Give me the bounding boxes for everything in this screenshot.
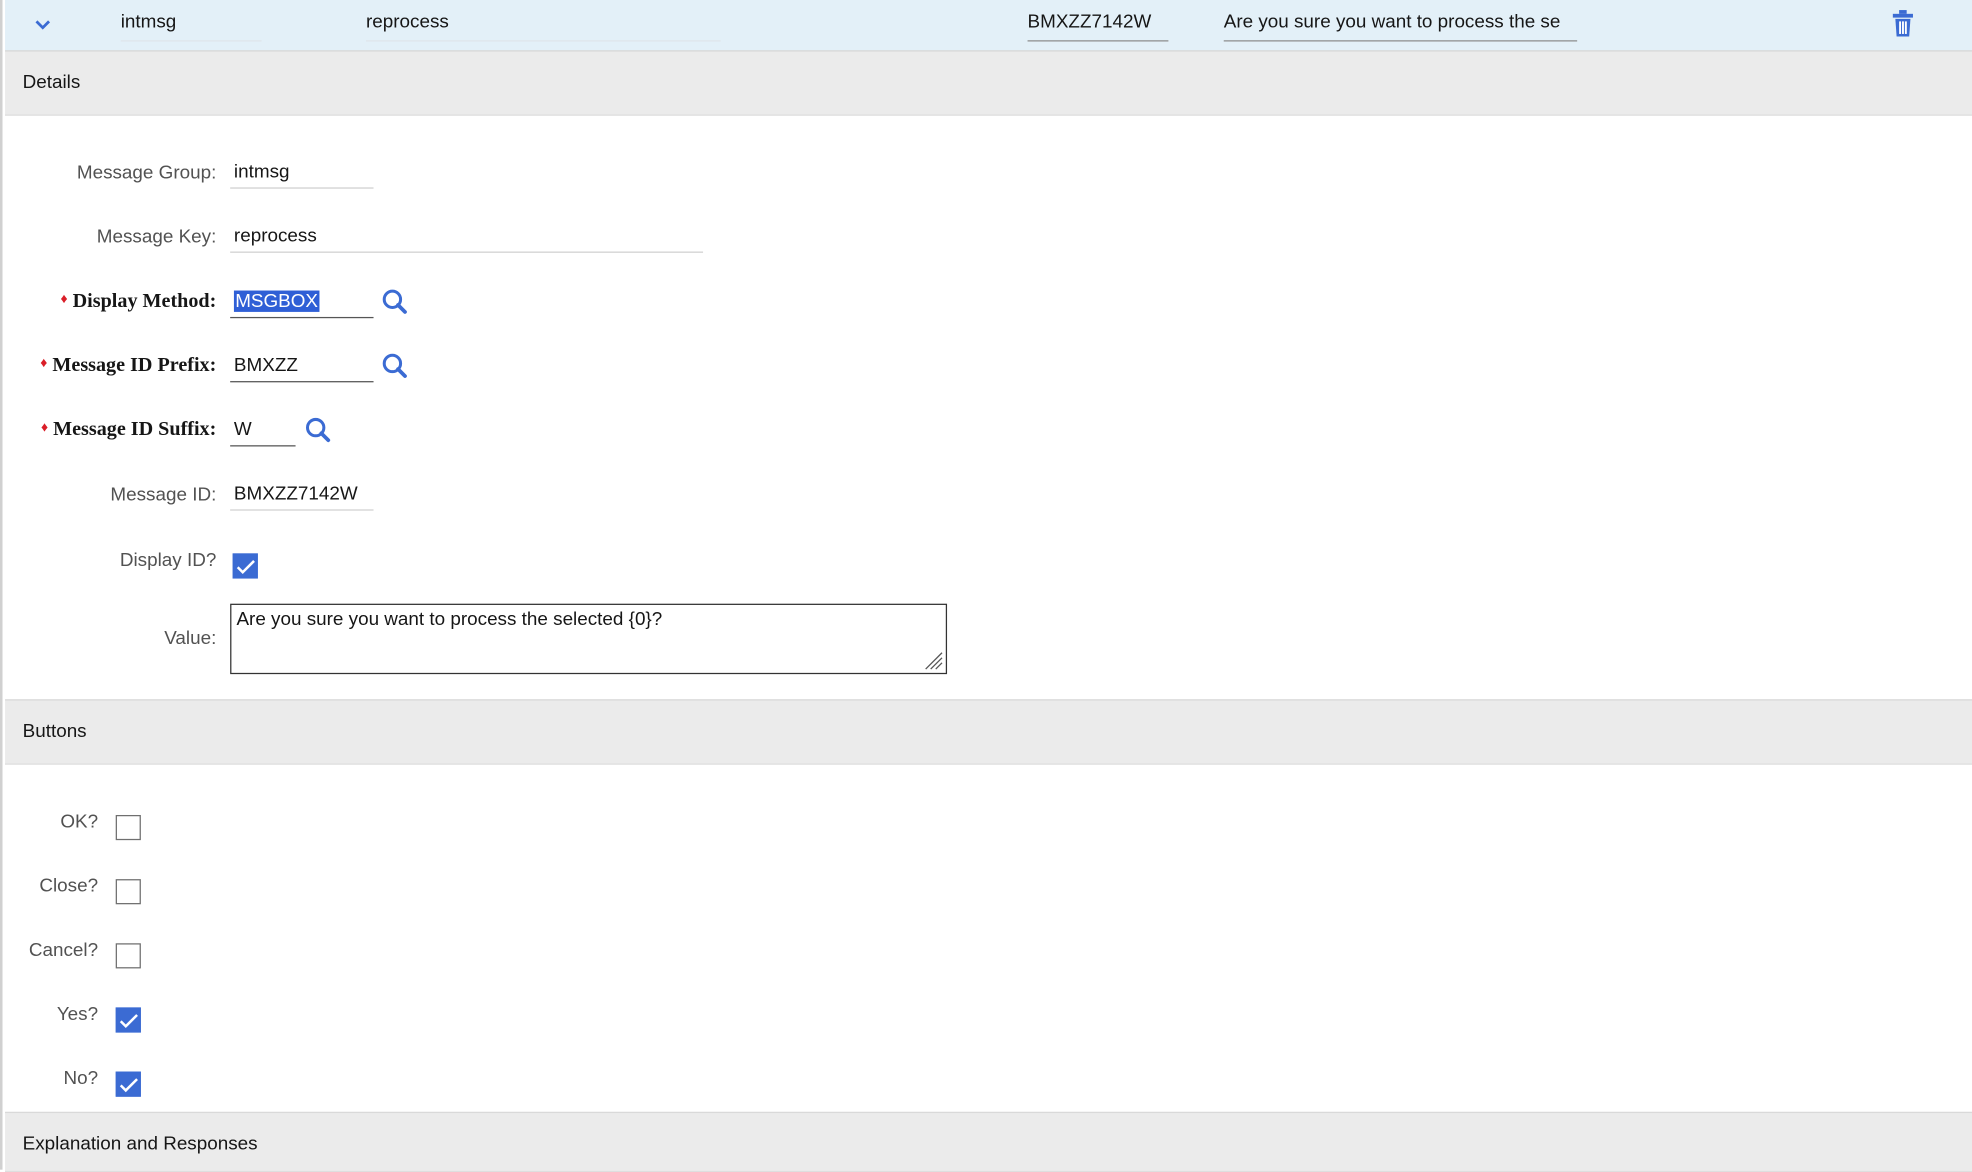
row-value-preview: Are you sure you want to process the se xyxy=(1223,11,1578,42)
section-explanation[interactable]: Explanation and Responses xyxy=(5,1111,1972,1172)
message-id-label: Message ID: xyxy=(110,484,217,506)
section-details[interactable]: Details xyxy=(5,50,1972,116)
trash-icon[interactable] xyxy=(1892,10,1915,38)
section-buttons[interactable]: Buttons xyxy=(5,699,1972,765)
display-method-field[interactable]: MSGBOX xyxy=(230,290,374,319)
search-icon[interactable] xyxy=(381,288,409,316)
value-label: Value: xyxy=(164,627,217,649)
yes-checkbox[interactable] xyxy=(115,1007,141,1033)
record-frame: intmsg reprocess BMXZZ7142W Are you sure… xyxy=(0,0,1972,1172)
search-icon[interactable] xyxy=(304,416,332,444)
display-method-label: ♦ Display Method: xyxy=(60,290,217,312)
id-suffix-field[interactable]: W xyxy=(230,419,296,447)
close-checkbox[interactable] xyxy=(115,879,141,905)
display-id-checkbox[interactable] xyxy=(232,553,258,579)
display-method-value: MSGBOX xyxy=(233,290,320,312)
checkmark-icon xyxy=(119,1078,138,1093)
cancel-label: Cancel? xyxy=(28,939,99,961)
section-buttons-title: Buttons xyxy=(22,720,87,743)
row-message-id: BMXZZ7142W xyxy=(1027,11,1169,42)
yes-label: Yes? xyxy=(56,1003,99,1026)
search-icon[interactable] xyxy=(381,352,409,380)
required-marker: ♦ xyxy=(41,420,49,436)
id-prefix-label: ♦ Message ID Prefix: xyxy=(40,354,217,377)
required-marker: ♦ xyxy=(60,291,68,307)
id-suffix-label: ♦ Message ID Suffix: xyxy=(41,418,217,441)
record-row[interactable]: intmsg reprocess BMXZZ7142W Are you sure… xyxy=(5,0,1972,52)
value-textarea[interactable]: Are you sure you want to process the sel… xyxy=(230,603,948,675)
chevron-down-icon[interactable] xyxy=(33,15,53,35)
ok-label: OK? xyxy=(60,811,99,833)
row-group: intmsg xyxy=(120,11,262,42)
ok-checkbox[interactable] xyxy=(115,814,141,841)
cancel-checkbox[interactable] xyxy=(115,943,141,969)
resize-grip-icon[interactable] xyxy=(921,648,944,671)
checkmark-icon xyxy=(236,560,255,575)
message-key-value: reprocess xyxy=(230,225,704,253)
message-key-label: Message Key: xyxy=(96,226,217,248)
message-id-value: BMXZZ7142W xyxy=(230,483,374,511)
required-marker: ♦ xyxy=(40,355,48,372)
display-id-label: Display ID? xyxy=(119,549,217,571)
close-label: Close? xyxy=(39,875,99,897)
value-text: Are you sure you want to process the sel… xyxy=(236,608,663,631)
section-details-title: Details xyxy=(22,71,81,94)
row-key: reprocess xyxy=(365,11,721,42)
message-group-label: Message Group: xyxy=(76,162,217,184)
message-group-value: intmsg xyxy=(230,161,374,189)
no-checkbox[interactable] xyxy=(115,1071,141,1097)
no-label: No? xyxy=(63,1067,99,1090)
checkmark-icon xyxy=(119,1014,138,1029)
section-explanation-title: Explanation and Responses xyxy=(22,1133,258,1155)
id-prefix-field[interactable]: BMXZZ xyxy=(230,355,374,383)
